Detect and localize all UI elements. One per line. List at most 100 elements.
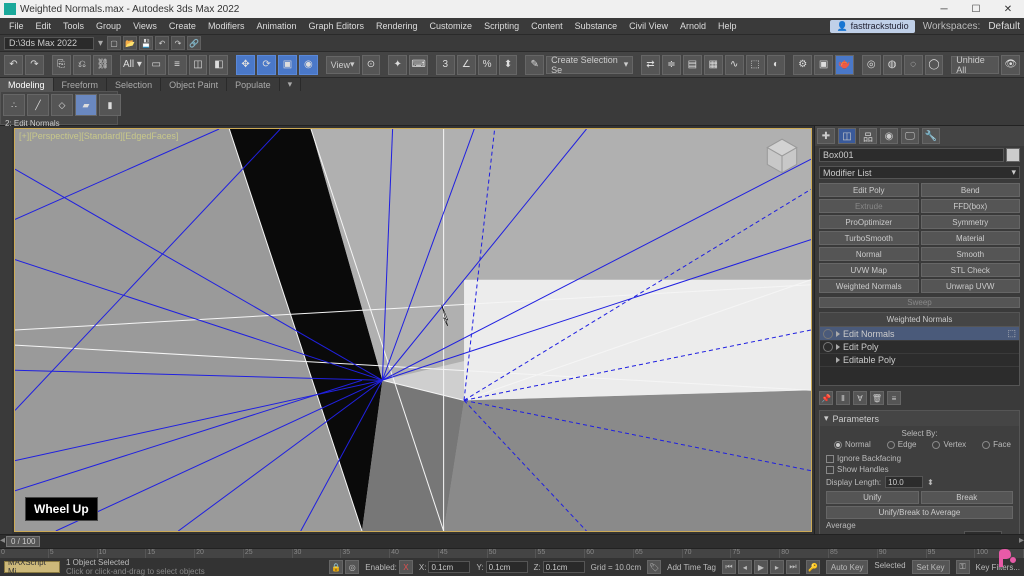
object-name-input[interactable]: [819, 148, 1004, 162]
hierarchy-tab-icon[interactable]: 品: [859, 128, 877, 144]
expand-icon[interactable]: [836, 344, 840, 350]
pin-stack-icon[interactable]: 📌: [819, 391, 833, 405]
render-button[interactable]: 🫖: [835, 55, 854, 75]
qat-save-icon[interactable]: 💾: [139, 36, 153, 50]
ref-coord-dropdown[interactable]: View ▾: [326, 56, 360, 74]
set-key-button[interactable]: Set Key: [912, 560, 950, 574]
menu-rendering[interactable]: Rendering: [371, 21, 423, 31]
lock-selection-icon[interactable]: 🔒: [329, 560, 343, 574]
stack-item-editable-poly[interactable]: Editable Poly: [820, 354, 1019, 367]
subobj-poly-icon[interactable]: ▰: [75, 94, 97, 116]
menu-arnold[interactable]: Arnold: [675, 21, 711, 31]
ribbon-tab-object-paint[interactable]: Object Paint: [161, 78, 227, 91]
mod-normal[interactable]: Normal: [819, 247, 919, 261]
menu-help[interactable]: Help: [713, 21, 742, 31]
motion-tab-icon[interactable]: ◉: [880, 128, 898, 144]
time-ruler[interactable]: 0510152025303540455055606570758085909510…: [0, 549, 1024, 558]
remove-modifier-icon[interactable]: 🗑: [870, 391, 884, 405]
maximize-button[interactable]: ☐: [964, 2, 988, 16]
user-account-chip[interactable]: 👤fasttrackstudio: [830, 20, 914, 33]
menu-modifiers[interactable]: Modifiers: [203, 21, 250, 31]
isolate-selection-icon[interactable]: ◎: [345, 560, 359, 574]
snap-toggle-button[interactable]: 3: [436, 55, 455, 75]
key-mode-icon[interactable]: 🔑: [806, 560, 820, 574]
subobj-vertex-icon[interactable]: ∴: [3, 94, 25, 116]
render-frame-button[interactable]: ▣: [814, 55, 833, 75]
menu-graph-editors[interactable]: Graph Editors: [303, 21, 369, 31]
goto-start-icon[interactable]: ⏮: [722, 560, 736, 574]
auto-key-button[interactable]: Auto Key: [826, 560, 868, 574]
mod-edit-poly[interactable]: Edit Poly: [819, 183, 919, 197]
menu-tools[interactable]: Tools: [58, 21, 89, 31]
minimize-button[interactable]: ─: [932, 2, 956, 16]
transform-gizmo-x-icon[interactable]: X: [399, 560, 413, 574]
mirror-button[interactable]: ⇄: [641, 55, 660, 75]
select-scale-button[interactable]: ▣: [278, 55, 297, 75]
object-color-swatch[interactable]: [1006, 148, 1020, 162]
bind-button[interactable]: ⛓: [93, 55, 112, 75]
mod-extrude[interactable]: Extrude: [819, 199, 919, 213]
prev-frame-icon[interactable]: ◂: [738, 560, 752, 574]
menu-file[interactable]: File: [4, 21, 29, 31]
visibility-toggle-icon[interactable]: [823, 329, 833, 339]
menu-scripting[interactable]: Scripting: [479, 21, 524, 31]
selected-key-dropdown[interactable]: Selected: [874, 561, 905, 573]
mod-smooth[interactable]: Smooth: [921, 247, 1021, 261]
perspective-viewport[interactable]: [+][Perspective][Standard][EdgedFaces]: [14, 128, 812, 532]
time-slider-thumb[interactable]: 0 / 100: [6, 536, 40, 547]
create-tab-icon[interactable]: ✚: [817, 128, 835, 144]
qat-redo-icon[interactable]: ↷: [171, 36, 185, 50]
workspace-dropdown[interactable]: Default: [988, 21, 1020, 32]
menu-create[interactable]: Create: [164, 21, 201, 31]
z-coord-input[interactable]: [543, 561, 585, 573]
select-rotate-button[interactable]: ⟳: [257, 55, 276, 75]
unlink-button[interactable]: ⎌: [73, 55, 92, 75]
menu-substance[interactable]: Substance: [570, 21, 623, 31]
align-button[interactable]: ≑: [662, 55, 681, 75]
menu-civil-view[interactable]: Civil View: [624, 21, 673, 31]
show-end-result-icon[interactable]: Ⅱ: [836, 391, 850, 405]
unhide-icon[interactable]: 👁: [1001, 55, 1020, 75]
curve-editor-button[interactable]: ∿: [725, 55, 744, 75]
subobj-edge-icon[interactable]: ╱: [27, 94, 49, 116]
break-button[interactable]: Break: [921, 491, 1014, 504]
stack-item-edit-poly[interactable]: Edit Poly: [820, 341, 1019, 354]
redo-button[interactable]: ↷: [25, 55, 44, 75]
mod-unwrap-uvw[interactable]: Unwrap UVW: [921, 279, 1021, 293]
material-editor-button[interactable]: ◐: [767, 55, 786, 75]
add-time-tag-icon[interactable]: 🏷: [647, 560, 661, 574]
x-coord-input[interactable]: [428, 561, 470, 573]
toggle-ribbon-button[interactable]: ▦: [704, 55, 723, 75]
qat-undo-icon[interactable]: ↶: [155, 36, 169, 50]
utilities-tab-icon[interactable]: 🔧: [922, 128, 940, 144]
mod-uvw-map[interactable]: UVW Map: [819, 263, 919, 277]
mod-ffd[interactable]: FFD(box): [921, 199, 1021, 213]
select-manipulate-button[interactable]: ✦: [388, 55, 407, 75]
make-unique-icon[interactable]: ∀: [853, 391, 867, 405]
mod-turbosmooth[interactable]: TurboSmooth: [819, 231, 919, 245]
keyboard-shortcut-button[interactable]: ⌨: [409, 55, 428, 75]
radio-vertex[interactable]: Vertex: [932, 440, 966, 449]
window-crossing-button[interactable]: ◧: [209, 55, 228, 75]
isolate-button[interactable]: ◎: [862, 55, 881, 75]
rollout-header[interactable]: ▾Parameters: [820, 411, 1019, 426]
menu-edit[interactable]: Edit: [31, 21, 57, 31]
mod-material[interactable]: Material: [921, 231, 1021, 245]
key-filters-icon[interactable]: ⚿: [956, 560, 970, 574]
add-time-tag-label[interactable]: Add Time Tag: [667, 563, 716, 572]
menu-content[interactable]: Content: [526, 21, 568, 31]
schematic-view-button[interactable]: ⬚: [746, 55, 765, 75]
select-region-button[interactable]: ◫: [189, 55, 208, 75]
radio-face[interactable]: Face: [982, 440, 1011, 449]
menu-views[interactable]: Views: [128, 21, 162, 31]
ribbon-tab-selection[interactable]: Selection: [107, 78, 161, 91]
y-coord-input[interactable]: [486, 561, 528, 573]
ribbon-tab-modeling[interactable]: Modeling: [0, 78, 54, 91]
display-length-spinner[interactable]: [885, 476, 923, 488]
subobj-border-icon[interactable]: ◇: [51, 94, 73, 116]
mod-prooptimizer[interactable]: ProOptimizer: [819, 215, 919, 229]
mod-symmetry[interactable]: Symmetry: [921, 215, 1021, 229]
qat-link-icon[interactable]: 🔗: [187, 36, 201, 50]
chk-show-handles[interactable]: Show Handles: [826, 464, 1013, 475]
isolate4-button[interactable]: ◯: [925, 55, 944, 75]
